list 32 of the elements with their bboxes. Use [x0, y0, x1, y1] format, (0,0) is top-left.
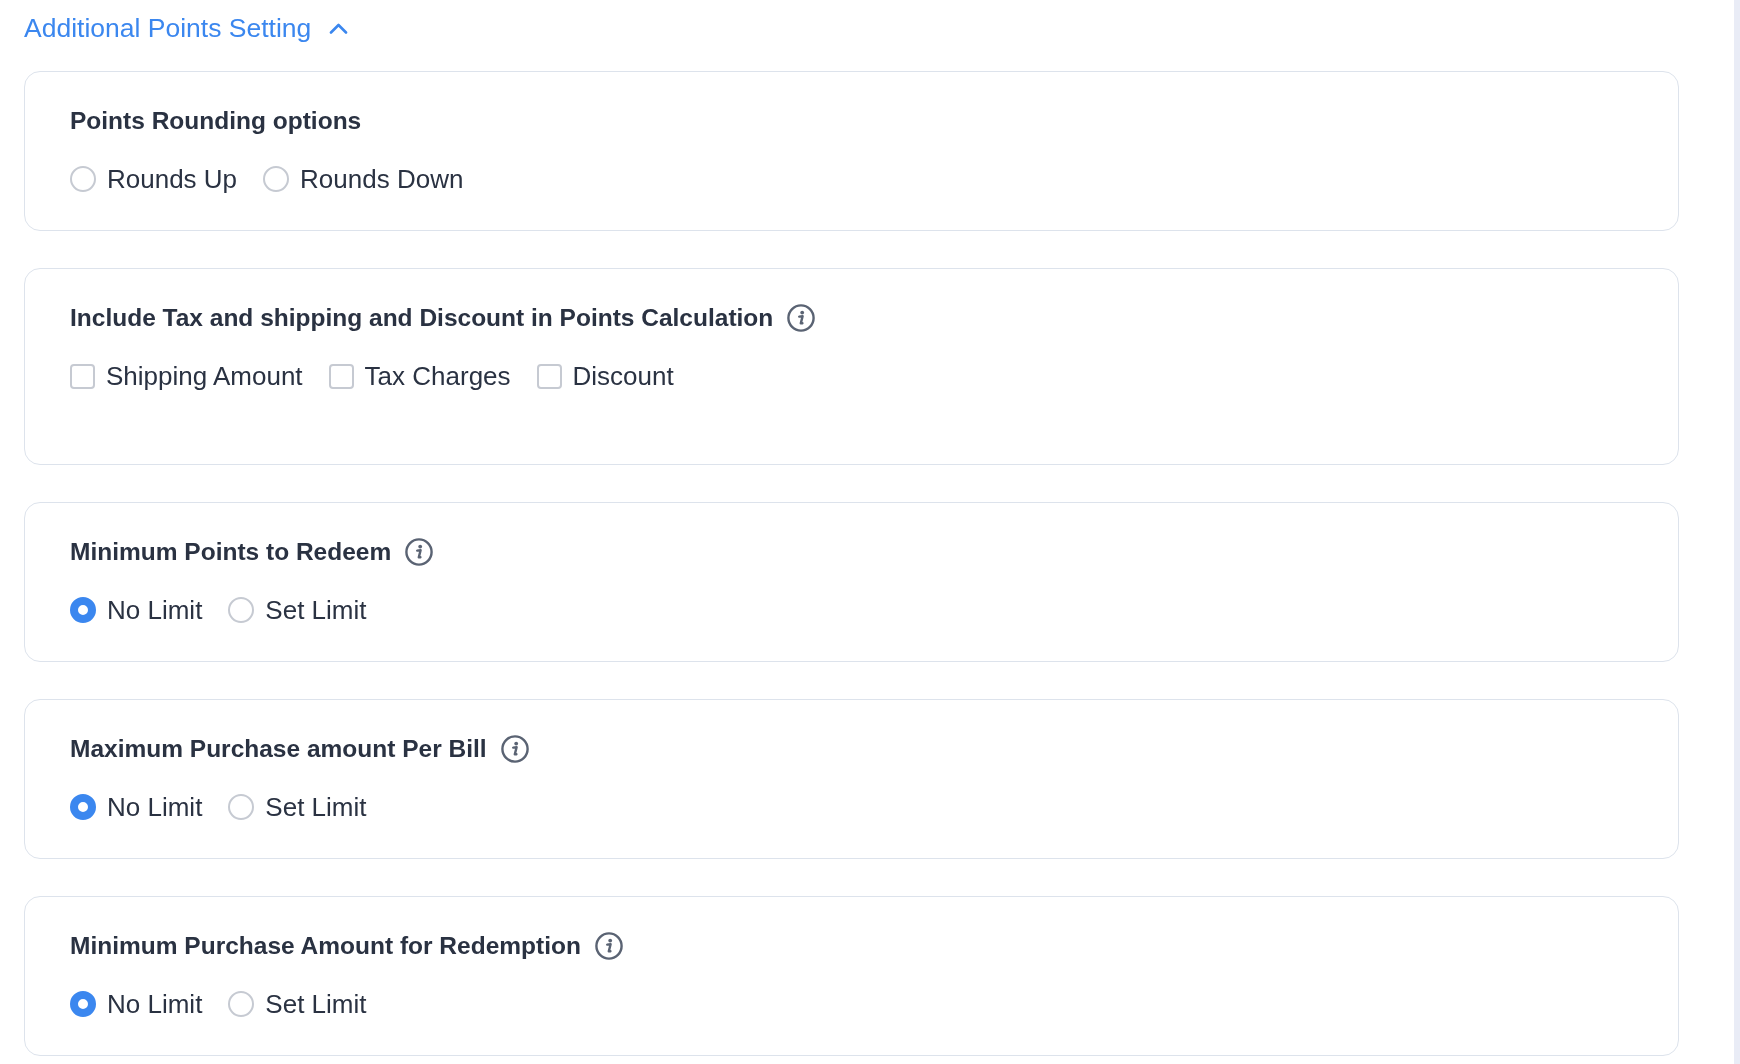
option-label[interactable]: Set Limit: [265, 595, 367, 625]
option-label[interactable]: No Limit: [107, 989, 203, 1019]
card-title: Minimum Purchase Amount for Redemption: [70, 931, 581, 961]
radio-button[interactable]: [70, 991, 96, 1017]
radio-button[interactable]: [228, 597, 255, 623]
info-icon[interactable]: [405, 538, 434, 566]
card-title: Maximum Purchase amount Per Bill: [70, 734, 487, 764]
radio-button[interactable]: [228, 991, 255, 1017]
section-toggle[interactable]: Additional Points Setting: [24, 10, 349, 46]
checkbox[interactable]: [328, 363, 354, 389]
card-title: Points Rounding options: [70, 106, 362, 136]
option-label[interactable]: Set Limit: [265, 792, 367, 822]
info-icon[interactable]: [500, 735, 529, 763]
option-label[interactable]: Shipping Amount: [106, 361, 303, 391]
radio-button[interactable]: [70, 794, 96, 820]
option-label[interactable]: Tax Charges: [364, 361, 511, 391]
radio-button[interactable]: [228, 794, 255, 820]
radio-button[interactable]: [70, 597, 96, 623]
option-label[interactable]: No Limit: [107, 792, 203, 822]
option-label[interactable]: Discount: [572, 361, 674, 391]
card-title: Minimum Points to Redeem: [70, 537, 392, 567]
option-label[interactable]: Set Limit: [265, 989, 367, 1019]
info-icon[interactable]: [787, 304, 816, 332]
checkbox[interactable]: [536, 363, 562, 389]
card-title: Include Tax and shipping and Discount in Points Calculation: [70, 303, 774, 333]
option-label[interactable]: Rounds Down: [300, 164, 464, 194]
radio-button[interactable]: [263, 166, 290, 192]
radio-button[interactable]: [70, 166, 96, 192]
option-label[interactable]: No Limit: [107, 595, 203, 625]
checkbox[interactable]: [70, 363, 95, 389]
option-label[interactable]: Rounds Up: [107, 164, 238, 194]
info-icon[interactable]: [594, 932, 623, 960]
